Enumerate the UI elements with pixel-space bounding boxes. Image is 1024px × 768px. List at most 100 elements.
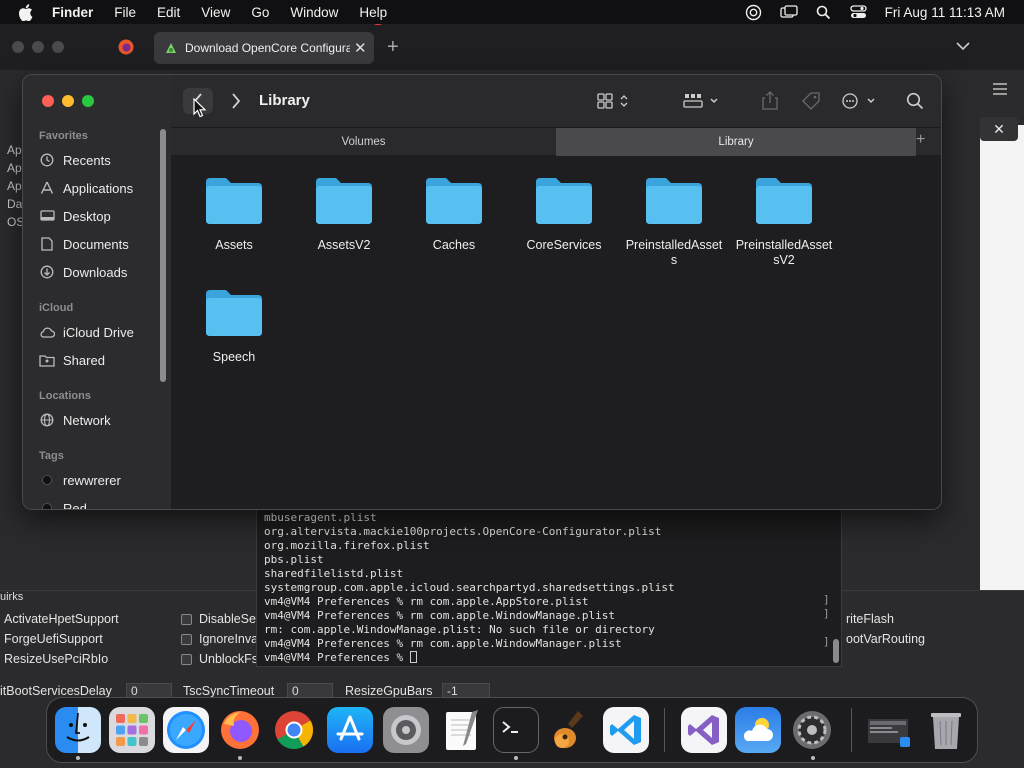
terminal-mark: ] (823, 607, 830, 620)
sidebar-item-downloads[interactable]: Downloads (39, 262, 127, 282)
menu-file[interactable]: File (114, 5, 136, 20)
terminal-line: org.altervista.mackie100projects.OpenCor… (264, 525, 662, 538)
sidebar-item-label: Red (63, 500, 87, 510)
dock-launchpad-icon[interactable] (109, 707, 155, 753)
forward-button[interactable] (229, 93, 243, 109)
dock-firefox-icon[interactable] (217, 707, 263, 753)
minimize-window-button[interactable] (62, 95, 74, 107)
option-label[interactable]: ootVarRouting (846, 632, 925, 646)
more-actions-icon[interactable] (841, 92, 879, 110)
folder-item[interactable]: Assets (179, 176, 289, 253)
panel-close-icon[interactable]: ✕ (980, 117, 1018, 141)
dock-screenshot-thumbnail-icon[interactable] (865, 707, 911, 753)
option-checkbox[interactable] (181, 634, 192, 645)
menu-view[interactable]: View (201, 5, 230, 20)
browser-window-controls[interactable] (12, 41, 64, 53)
folder-icon (536, 178, 592, 224)
sidebar-item-tag[interactable]: rewwrerer (39, 470, 121, 490)
option-label[interactable]: ActivateHpetSupport (4, 612, 119, 626)
menu-window[interactable]: Window (290, 5, 338, 20)
dock-system-settings-icon[interactable] (383, 707, 429, 753)
close-window-button[interactable] (42, 95, 54, 107)
finder-content-area: Assets AssetsV2 Caches CoreServices Prei… (171, 156, 941, 509)
tab-close-icon[interactable]: ✕ (354, 39, 367, 57)
dock-garageband-icon[interactable] (547, 707, 593, 753)
folder-item[interactable]: PreinstalledAssets (619, 176, 729, 268)
terminal-line: rm: com.apple.WindowManage.plist: No suc… (264, 623, 655, 636)
dock-system-preferences-icon[interactable] (789, 707, 835, 753)
sidebar-item-recents[interactable]: Recents (39, 150, 111, 170)
spotlight-search-icon[interactable] (815, 4, 833, 20)
dock-app-store-icon[interactable] (327, 707, 373, 753)
sidebar-item-documents[interactable]: Documents (39, 234, 129, 254)
option-label[interactable]: ForgeUefiSupport (4, 632, 103, 646)
folder-label: AssetsV2 (317, 238, 371, 252)
terminal-prompt-line[interactable]: vm4@VM4 Preferences % (264, 651, 417, 664)
section-label: uirks (0, 591, 24, 603)
dock-trash-icon[interactable] (923, 707, 969, 753)
sidebar-item-label: Desktop (63, 208, 111, 224)
dock-safari-icon[interactable] (163, 707, 209, 753)
option-label[interactable]: ResizeUsePciRbIo (4, 652, 108, 666)
option-checkbox[interactable] (181, 614, 192, 625)
folder-item[interactable]: PreinstalledAssetsV2 (729, 176, 839, 268)
menubar-clock[interactable]: Fri Aug 11 11:13 AM (885, 5, 1005, 20)
apple-menu-icon[interactable] (18, 3, 36, 21)
window-title: Library (259, 92, 310, 109)
option-label[interactable]: IgnoreInva (199, 632, 258, 646)
sidebar-item-tag[interactable]: Red (39, 498, 87, 510)
terminal-line: pbs.plist (264, 553, 324, 566)
control-center-icon[interactable] (850, 4, 868, 20)
dock-chrome-icon[interactable] (271, 707, 317, 753)
new-tab-plus-icon[interactable]: + (916, 131, 925, 149)
folder-label: PreinstalledAssetsV2 (735, 238, 833, 267)
browser-tab-strip: Download OpenCore Configurat ✕ + (0, 24, 1024, 70)
terminal-mark: ] (823, 593, 830, 606)
terminal-line: mbuseragent.plist (264, 511, 377, 524)
display-mirroring-icon[interactable] (780, 4, 798, 20)
dock-vscode-icon[interactable] (603, 707, 649, 753)
folder-item[interactable]: Speech (179, 288, 289, 365)
sidebar-item-icloud-drive[interactable]: iCloud Drive (39, 322, 134, 342)
option-label[interactable]: UnblockFs (199, 652, 258, 666)
tab-list-chevron-icon[interactable] (956, 38, 970, 52)
hamburger-menu-icon[interactable] (993, 82, 1007, 95)
tab-library[interactable]: Library (556, 128, 916, 156)
option-checkbox[interactable] (181, 654, 192, 665)
option-label[interactable]: DisableSe (199, 612, 256, 626)
menu-help[interactable]: Help (359, 5, 387, 20)
view-mode-grid-icon[interactable] (596, 92, 632, 110)
menu-go[interactable]: Go (251, 5, 269, 20)
folder-item[interactable]: Caches (399, 176, 509, 253)
zoom-window-button[interactable] (82, 95, 94, 107)
option-label[interactable]: riteFlash (846, 612, 894, 626)
browser-tab-active[interactable]: Download OpenCore Configurat ✕ (154, 32, 374, 64)
dock (46, 697, 978, 763)
share-icon[interactable] (761, 90, 779, 110)
dock-terminal-icon[interactable] (493, 707, 539, 753)
sidebar-item-label: Downloads (63, 264, 128, 280)
folder-item[interactable]: CoreServices (509, 176, 619, 253)
group-by-icon[interactable] (682, 92, 722, 110)
sidebar-item-desktop[interactable]: Desktop (39, 206, 111, 226)
tag-icon[interactable] (801, 91, 821, 111)
dock-weather-icon[interactable] (735, 707, 781, 753)
sidebar-item-applications[interactable]: Applications (39, 178, 133, 198)
dock-textedit-icon[interactable] (439, 707, 485, 753)
screen-record-icon[interactable] (745, 4, 763, 20)
terminal-window[interactable]: mbuseragent.plist org.altervista.mackie1… (256, 507, 842, 667)
tab-volumes[interactable]: Volumes (171, 128, 556, 156)
menu-app-name[interactable]: Finder (52, 5, 93, 20)
menu-edit[interactable]: Edit (157, 5, 180, 20)
folder-item[interactable]: AssetsV2 (289, 176, 399, 253)
terminal-scrollbar[interactable] (833, 639, 839, 663)
running-indicator (811, 756, 815, 760)
new-tab-plus-icon[interactable]: + (387, 36, 399, 59)
dock-visual-studio-icon[interactable] (681, 707, 727, 753)
search-icon[interactable] (905, 91, 925, 111)
dock-finder-icon[interactable] (55, 707, 101, 753)
sidebar-item-shared[interactable]: Shared (39, 350, 105, 370)
sidebar-item-network[interactable]: Network (39, 410, 111, 430)
sidebar-scrollbar[interactable] (160, 129, 166, 382)
firefox-view-icon[interactable] (117, 38, 135, 56)
